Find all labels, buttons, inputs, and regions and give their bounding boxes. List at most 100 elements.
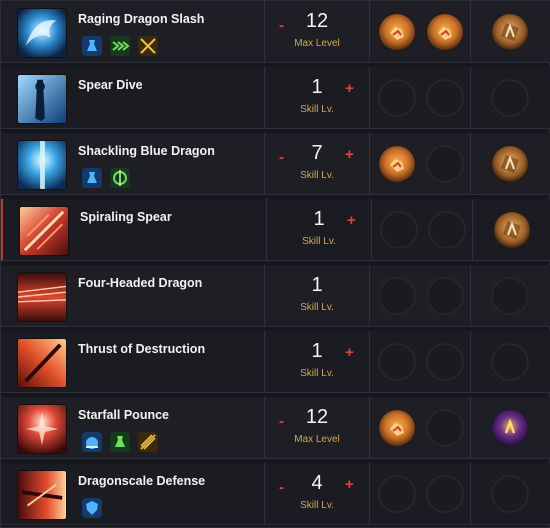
empty-gem-slot[interactable] — [491, 79, 529, 117]
column-divider — [470, 133, 471, 194]
column-divider — [369, 133, 370, 194]
rune-icon[interactable] — [493, 211, 531, 249]
column-divider — [264, 397, 265, 458]
column-divider — [369, 265, 370, 326]
empty-gem-slot[interactable] — [378, 343, 416, 381]
empty-gem-slot[interactable] — [378, 79, 416, 117]
column-divider — [470, 463, 471, 524]
empty-gem-slot[interactable] — [426, 79, 464, 117]
skill-level-value: 4 — [311, 472, 323, 494]
column-divider — [470, 265, 471, 326]
column-divider — [470, 1, 471, 62]
skill-level-label: Skill Lv. — [300, 368, 334, 379]
column-divider — [369, 331, 370, 392]
skill-level-value: 7 — [311, 142, 323, 164]
column-divider — [264, 265, 265, 326]
orange-gem-icon[interactable] — [378, 13, 416, 51]
empty-gem-slot[interactable] — [491, 277, 529, 315]
spear-dive-icon[interactable] — [17, 74, 67, 124]
gold-blade-icon[interactable] — [137, 431, 159, 453]
empty-gem-slot[interactable] — [378, 277, 416, 315]
four-dragon-icon[interactable] — [17, 272, 67, 322]
skill-level-value: 1 — [311, 340, 323, 362]
empty-gem-slot[interactable] — [428, 211, 466, 249]
skill-level-label: Skill Lv. — [300, 500, 334, 511]
skill-row[interactable]: Spear Dive +1 Skill Lv. — [1, 67, 550, 129]
tripod-list — [81, 431, 159, 453]
empty-gem-slot[interactable] — [378, 475, 416, 513]
column-divider — [264, 331, 265, 392]
skill-row[interactable]: Dragonscale Defense - +4 Skill Lv. — [1, 463, 550, 525]
rune-icon[interactable] — [491, 145, 529, 183]
skill-level-label: Skill Lv. — [300, 302, 334, 313]
blue-potion-icon[interactable] — [81, 167, 103, 189]
rune-icon[interactable] — [491, 13, 529, 51]
skill-level: -12 Max Level — [275, 397, 365, 459]
tripod-list — [81, 35, 159, 57]
empty-gem-slot[interactable] — [426, 277, 464, 315]
dragon-slash-icon[interactable] — [17, 8, 67, 58]
skill-level: - +7 Skill Lv. — [275, 133, 365, 195]
column-divider — [470, 331, 471, 392]
blue-shield-icon[interactable] — [81, 497, 103, 519]
skill-level-value: 12 — [305, 10, 329, 32]
skill-row[interactable]: Starfall Pounce -12 Max Level — [1, 397, 550, 459]
starfall-icon[interactable] — [17, 404, 67, 454]
column-divider — [266, 199, 267, 260]
purple-rune-icon[interactable] — [491, 409, 529, 447]
column-divider — [470, 397, 471, 458]
blue-potion-icon[interactable] — [81, 35, 103, 57]
column-divider — [369, 1, 370, 62]
skill-level-label: Skill Lv. — [300, 104, 334, 115]
skill-list: Raging Dragon Slash -12 Max Level Spear Div… — [0, 0, 550, 528]
green-arrows-icon[interactable] — [109, 35, 131, 57]
empty-gem-slot[interactable] — [426, 409, 464, 447]
orange-gem-icon[interactable] — [378, 145, 416, 183]
skill-level-label: Max Level — [294, 434, 340, 445]
skill-level-label: Max Level — [294, 38, 340, 49]
skill-level: -12 Max Level — [275, 1, 365, 63]
empty-gem-slot[interactable] — [426, 145, 464, 183]
skill-row[interactable]: Thrust of Destruction +1 Skill Lv. — [1, 331, 550, 393]
skill-name: Starfall Pounce — [78, 408, 169, 422]
skill-level: +1 Skill Lv. — [275, 67, 365, 129]
skill-row[interactable]: Four-Headed Dragon 1 Skill Lv. — [1, 265, 550, 327]
orange-gem-icon[interactable] — [426, 13, 464, 51]
skill-level: 1 Skill Lv. — [275, 265, 365, 327]
thrust-icon[interactable] — [17, 338, 67, 388]
skill-row[interactable]: Shackling Blue Dragon - +7 Skill Lv. — [1, 133, 550, 195]
blue-burst-icon[interactable] — [81, 431, 103, 453]
spiral-spear-icon[interactable] — [19, 206, 69, 256]
skill-level-value: 12 — [305, 406, 329, 428]
column-divider — [371, 199, 372, 260]
empty-gem-slot[interactable] — [491, 475, 529, 513]
skill-name: Raging Dragon Slash — [78, 12, 205, 26]
skill-name: Shackling Blue Dragon — [78, 144, 215, 158]
dragonscale-icon[interactable] — [17, 470, 67, 520]
green-swirl-icon[interactable] — [109, 167, 131, 189]
orange-gem-icon[interactable] — [378, 409, 416, 447]
empty-gem-slot[interactable] — [426, 343, 464, 381]
empty-gem-slot[interactable] — [380, 211, 418, 249]
skill-row[interactable]: Raging Dragon Slash -12 Max Level — [1, 1, 550, 63]
skill-level-value: 1 — [311, 274, 323, 296]
empty-gem-slot[interactable] — [491, 343, 529, 381]
column-divider — [472, 199, 473, 260]
column-divider — [264, 463, 265, 524]
empty-gem-slot[interactable] — [426, 475, 464, 513]
skill-level-label: Skill Lv. — [302, 236, 336, 247]
skill-name: Dragonscale Defense — [78, 474, 206, 488]
skill-level: +1 Skill Lv. — [277, 199, 367, 261]
green-potion-icon[interactable] — [109, 431, 131, 453]
column-divider — [264, 1, 265, 62]
tripod-list — [81, 497, 103, 519]
skill-row[interactable]: Spiraling Spear +1 Skill Lv. — [1, 199, 550, 261]
column-divider — [369, 397, 370, 458]
column-divider — [264, 67, 265, 128]
column-divider — [369, 67, 370, 128]
skill-name: Spiraling Spear — [80, 210, 172, 224]
column-divider — [369, 463, 370, 524]
blue-dragon-icon[interactable] — [17, 140, 67, 190]
gold-crossed-swords-icon[interactable] — [137, 35, 159, 57]
skill-level-value: 1 — [313, 208, 325, 230]
